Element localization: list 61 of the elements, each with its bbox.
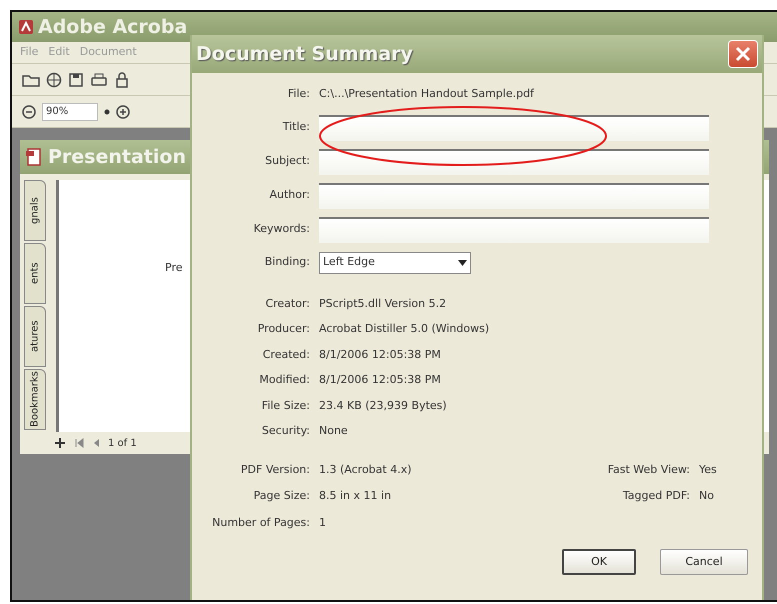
- field-label: Page Size:: [252, 488, 310, 504]
- cancel-button[interactable]: Cancel: [660, 549, 748, 575]
- lock-icon[interactable]: [114, 72, 130, 88]
- field-label: Creator:: [264, 296, 310, 312]
- text-field[interactable]: [319, 114, 709, 140]
- field-label: Security:: [260, 423, 310, 439]
- field-value: PScript5.dll Version 5.2: [319, 296, 446, 312]
- field-label: Author:: [268, 187, 310, 204]
- field-label: Modified:: [258, 372, 310, 388]
- zoom-out-icon[interactable]: [22, 104, 36, 118]
- close-icon: [734, 45, 752, 63]
- binding-dropdown[interactable]: Left Edge: [319, 252, 471, 274]
- zoom-field[interactable]: 90%: [42, 102, 98, 120]
- field-label: File:: [286, 86, 310, 102]
- side-tab[interactable]: atures: [24, 306, 46, 367]
- window-title: Adobe Acroba: [38, 14, 188, 40]
- page-counter: 1 of 1: [108, 436, 137, 450]
- file-path: C:\...\Presentation Handout Sample.pdf: [319, 86, 534, 102]
- app-logo-icon: [18, 19, 34, 35]
- side-tab[interactable]: ents: [24, 243, 46, 304]
- side-tab[interactable]: gnals: [24, 180, 46, 241]
- save-icon[interactable]: [68, 72, 84, 88]
- close-button[interactable]: [728, 40, 758, 68]
- field-label: Created:: [262, 346, 310, 362]
- field-label: PDF Version:: [240, 462, 310, 478]
- options-icon[interactable]: [54, 437, 66, 449]
- field-label: Title:: [282, 119, 310, 136]
- previous-page-icon[interactable]: [92, 438, 100, 448]
- document-icon: [26, 148, 42, 166]
- dialog-title: Document Summary: [196, 42, 413, 67]
- first-page-icon[interactable]: [74, 438, 84, 448]
- field-value: 8.5 in x 11 in: [319, 488, 392, 504]
- field-value: 23.4 KB (23,939 Bytes): [319, 398, 447, 414]
- dropdown-dot-icon[interactable]: [104, 108, 110, 114]
- printer-icon[interactable]: [90, 72, 108, 88]
- field-label: Tagged PDF:: [622, 488, 690, 504]
- field-value: 1: [319, 514, 326, 530]
- field-label: Number of Pages:: [211, 514, 310, 530]
- document-title: Presentation: [48, 144, 186, 170]
- text-field[interactable]: [319, 148, 709, 174]
- globe-icon[interactable]: [46, 72, 62, 88]
- zoom-in-icon[interactable]: [116, 104, 130, 118]
- field-label: Keywords:: [252, 221, 310, 238]
- side-tab[interactable]: Bookmarks: [24, 369, 46, 430]
- field-value: Yes: [699, 462, 717, 478]
- field-label: Producer:: [256, 321, 310, 337]
- page-text: Pre: [165, 260, 182, 276]
- text-field[interactable]: [319, 182, 709, 208]
- field-label: File Size:: [260, 398, 310, 414]
- field-value: Acrobat Distiller 5.0 (Windows): [319, 321, 490, 337]
- field-value: None: [319, 423, 348, 439]
- field-label: Subject:: [264, 153, 310, 170]
- field-value: 8/1/2006 12:05:38 PM: [319, 346, 441, 362]
- field-label: Binding:: [264, 254, 310, 270]
- field-label: Fast Web View:: [606, 462, 690, 478]
- caret-icon: [458, 260, 467, 266]
- text-field[interactable]: [319, 216, 709, 242]
- field-value: 1.3 (Acrobat 4.x): [319, 462, 412, 478]
- field-value: No: [699, 488, 714, 504]
- field-value: 8/1/2006 12:05:38 PM: [319, 372, 441, 388]
- ok-button[interactable]: OK: [562, 549, 636, 575]
